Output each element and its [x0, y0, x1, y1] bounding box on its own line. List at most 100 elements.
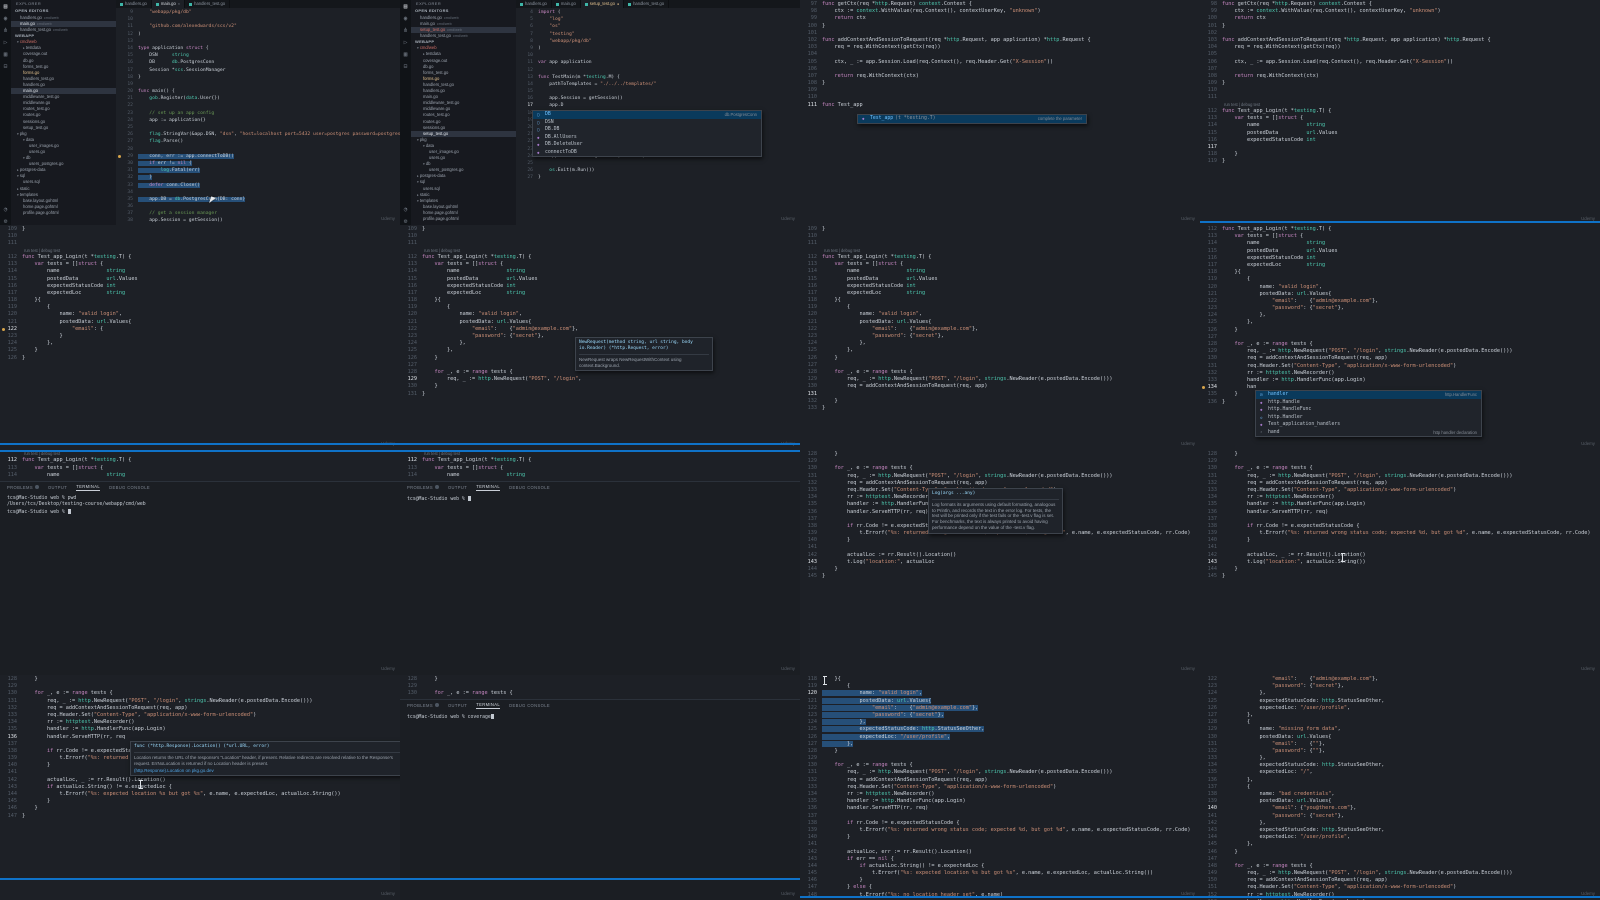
- editor-tab[interactable]: setup_test.go ●: [580, 0, 625, 8]
- line-number: 101: [807, 29, 817, 36]
- autocomplete-item[interactable]: ◆ connectToDB: [533, 149, 761, 157]
- sidebar-title: EXPLORER: [16, 1, 42, 6]
- source-control-icon[interactable]: ⋔: [403, 27, 408, 34]
- search-icon[interactable]: ◉: [4, 15, 8, 22]
- panel-tab-bar: PROBLEMS OUTPUT TERMINAL DEBUG CONSOLE: [400, 700, 800, 710]
- panel-sash[interactable]: [0, 450, 400, 452]
- testing-icon[interactable]: ⊟: [404, 63, 408, 70]
- code-line: 12): [116, 31, 400, 38]
- search-icon[interactable]: ◉: [404, 15, 408, 22]
- editor-area[interactable]: 98 func getCtx(req *http.Request) context…: [1200, 0, 1600, 225]
- panel-sash[interactable]: [400, 443, 800, 445]
- autocomplete-item[interactable]: ◇ http.Handler: [1256, 414, 1481, 422]
- autocomplete-item[interactable]: ◆ DB.AllUsers: [533, 134, 761, 142]
- editor-tab[interactable]: handlers_test.go: [185, 0, 231, 8]
- account-icon[interactable]: ◔: [404, 206, 408, 213]
- code-line: 123 "password": {"secret"},: [800, 711, 1200, 719]
- frame-13: 128 } 129 130 for _, e := range tests {131…: [0, 675, 400, 900]
- panel-sash[interactable]: [400, 450, 800, 452]
- editor-area[interactable]: 109} 110 111 run test | debug test 112 func T…: [800, 225, 1200, 450]
- autocomplete-item[interactable]: ◆ DB.DeleteUser: [533, 141, 761, 149]
- panel-sash[interactable]: [1200, 221, 1600, 223]
- panel-sash[interactable]: [400, 878, 800, 880]
- terminal-panel[interactable]: PROBLEMS OUTPUT TERMINAL DEBUG CONSOLE tcs@M…: [400, 480, 800, 675]
- panel-sash[interactable]: [1200, 896, 1600, 898]
- panel-tab-output[interactable]: OUTPUT: [48, 485, 67, 490]
- editor-area[interactable]: handlers.go main.go × handlers_test.go 9 "we…: [116, 0, 400, 225]
- autocomplete-item[interactable]: ◆ http.Handle: [1256, 399, 1481, 407]
- panel-tab-terminal[interactable]: TERMINAL: [476, 702, 501, 709]
- terminal-panel[interactable]: PROBLEMS OUTPUT TERMINAL DEBUG CONSOLE tcs@M…: [0, 480, 400, 675]
- explorer-sidebar: EXPLORER OPEN EDITORS handlers.go cmd/web ma…: [11, 0, 116, 225]
- file-tree-item[interactable]: profile.page.gohtml: [411, 216, 516, 222]
- panel-tab-debug-console[interactable]: DEBUG CONSOLE: [109, 485, 150, 490]
- panel-sash[interactable]: [0, 443, 400, 445]
- line-number: 9: [130, 10, 133, 15]
- code-line: 106 ctx, _ := app.Session.Load(req.Conte…: [1200, 59, 1600, 66]
- code-text: {: [1222, 719, 1251, 726]
- line-number: 115: [807, 275, 817, 282]
- autocomplete-item[interactable]: ◆ Test_application_handlers: [1256, 421, 1481, 429]
- testing-icon[interactable]: ⊟: [4, 63, 8, 70]
- code-line: 113 var tests = []struct {: [400, 261, 800, 268]
- editor-tab[interactable]: handlers.go: [116, 0, 152, 8]
- run-debug-icon[interactable]: ▷: [404, 39, 408, 46]
- panel-tab-debug-console[interactable]: DEBUG CONSOLE: [509, 485, 550, 490]
- line-number: 142: [1207, 551, 1217, 558]
- account-icon[interactable]: ◔: [4, 206, 8, 213]
- editor-area[interactable]: 97 func getCtx(req *http.Request) context…: [800, 0, 1200, 225]
- editor-area[interactable]: 122 "email": {"admin@example.com"}, 123 "…: [1200, 675, 1600, 900]
- autocomplete-item[interactable]: ◆ http.HandleFunc: [1256, 406, 1481, 414]
- autocomplete-item[interactable]: ▢ DSN: [533, 119, 761, 127]
- panel-tab-output[interactable]: OUTPUT: [448, 485, 467, 490]
- editor-area[interactable]: 128 } 129 130 for _, e := range tests {131…: [1200, 450, 1600, 675]
- panel-tab-debug-console[interactable]: DEBUG CONSOLE: [509, 703, 550, 708]
- terminal-output[interactable]: tcs@Mac-Studio web % coverage: [400, 710, 800, 721]
- panel-tab-terminal[interactable]: TERMINAL: [476, 484, 501, 491]
- code-line: 10: [116, 16, 400, 23]
- panel-tab-output[interactable]: OUTPUT: [448, 703, 467, 708]
- autocomplete-item[interactable]: ▢ DB.DB: [533, 126, 761, 134]
- watermark: Udemy: [781, 891, 795, 896]
- line-number: 112: [407, 457, 417, 464]
- terminal-output[interactable]: tcs@Mac-Studio web %: [400, 492, 800, 503]
- terminal-output[interactable]: tcs@Mac-Studio web % pwd/Users/tcs/Deskt…: [0, 492, 400, 516]
- panel-tab-terminal[interactable]: TERMINAL: [76, 484, 101, 491]
- settings-icon[interactable]: ⚙: [4, 218, 8, 225]
- editor-area[interactable]: 128 } 129 130 for _, e := range tests {131…: [800, 450, 1200, 675]
- extensions-icon[interactable]: ▦: [4, 51, 8, 58]
- panel-sash[interactable]: [0, 878, 400, 880]
- explorer-icon[interactable]: ▤: [404, 3, 408, 10]
- code-line: 36: [116, 203, 400, 210]
- code-text: }: [422, 383, 438, 390]
- editor-area[interactable]: 128 } 129 130 for _, e := range tests {131…: [0, 675, 400, 900]
- editor-tab[interactable]: main.go: [552, 0, 581, 8]
- run-debug-icon[interactable]: ▷: [4, 39, 8, 46]
- source-control-icon[interactable]: ⋔: [3, 27, 8, 34]
- explorer-icon[interactable]: ▤: [4, 3, 8, 10]
- panel-tab-problems[interactable]: PROBLEMS: [407, 485, 439, 490]
- extensions-icon[interactable]: ▦: [404, 51, 408, 58]
- code-text: gob.Register(data.User{}): [149, 96, 220, 102]
- editor-tab[interactable]: main.go ×: [151, 0, 186, 8]
- terminal-panel[interactable]: PROBLEMS OUTPUT TERMINAL DEBUG CONSOLE tcs@M…: [400, 698, 800, 900]
- line-number: 151: [1207, 884, 1217, 891]
- panel-tab-problems[interactable]: PROBLEMS: [407, 703, 439, 708]
- frame-01: ▤ ◉ ⋔ ▷ ▦ ⊟ ◔ ⚙ EXPLORER OPEN EDITORS handlers.go c…: [0, 0, 400, 225]
- editor-tab[interactable]: handlers.go: [516, 0, 552, 8]
- panel-sash[interactable]: [800, 896, 1200, 898]
- settings-icon[interactable]: ⚙: [404, 218, 408, 225]
- autocomplete-item[interactable]: ⊡ handler http.HandlerFunc: [1256, 391, 1481, 399]
- autocomplete-item[interactable]: ᵃ hand http handler declaration: [1256, 429, 1481, 437]
- line-number: 6: [530, 24, 533, 30]
- line-number: 135: [1207, 769, 1217, 776]
- autocomplete-item[interactable]: ▢ DB db.PostgresConn: [533, 111, 761, 119]
- file-tree-item[interactable]: profile.page.gohtml: [11, 210, 116, 216]
- line-number: 137: [7, 740, 17, 747]
- tooltip-link[interactable]: (http.Response).Location on pkg.go.dev: [134, 768, 400, 773]
- editor-area[interactable]: 109} 110 111 run test | debug test 112 func T…: [0, 225, 400, 450]
- editor-area[interactable]: 118 }{119 {120 name: "valid login", 121 p…: [800, 675, 1200, 900]
- editor-tab[interactable]: handlers_test.go: [624, 0, 670, 8]
- autocomplete-item[interactable]: ◆ Test_app (t *testing.T) complete the para…: [858, 115, 1086, 123]
- panel-tab-problems[interactable]: PROBLEMS: [7, 485, 39, 490]
